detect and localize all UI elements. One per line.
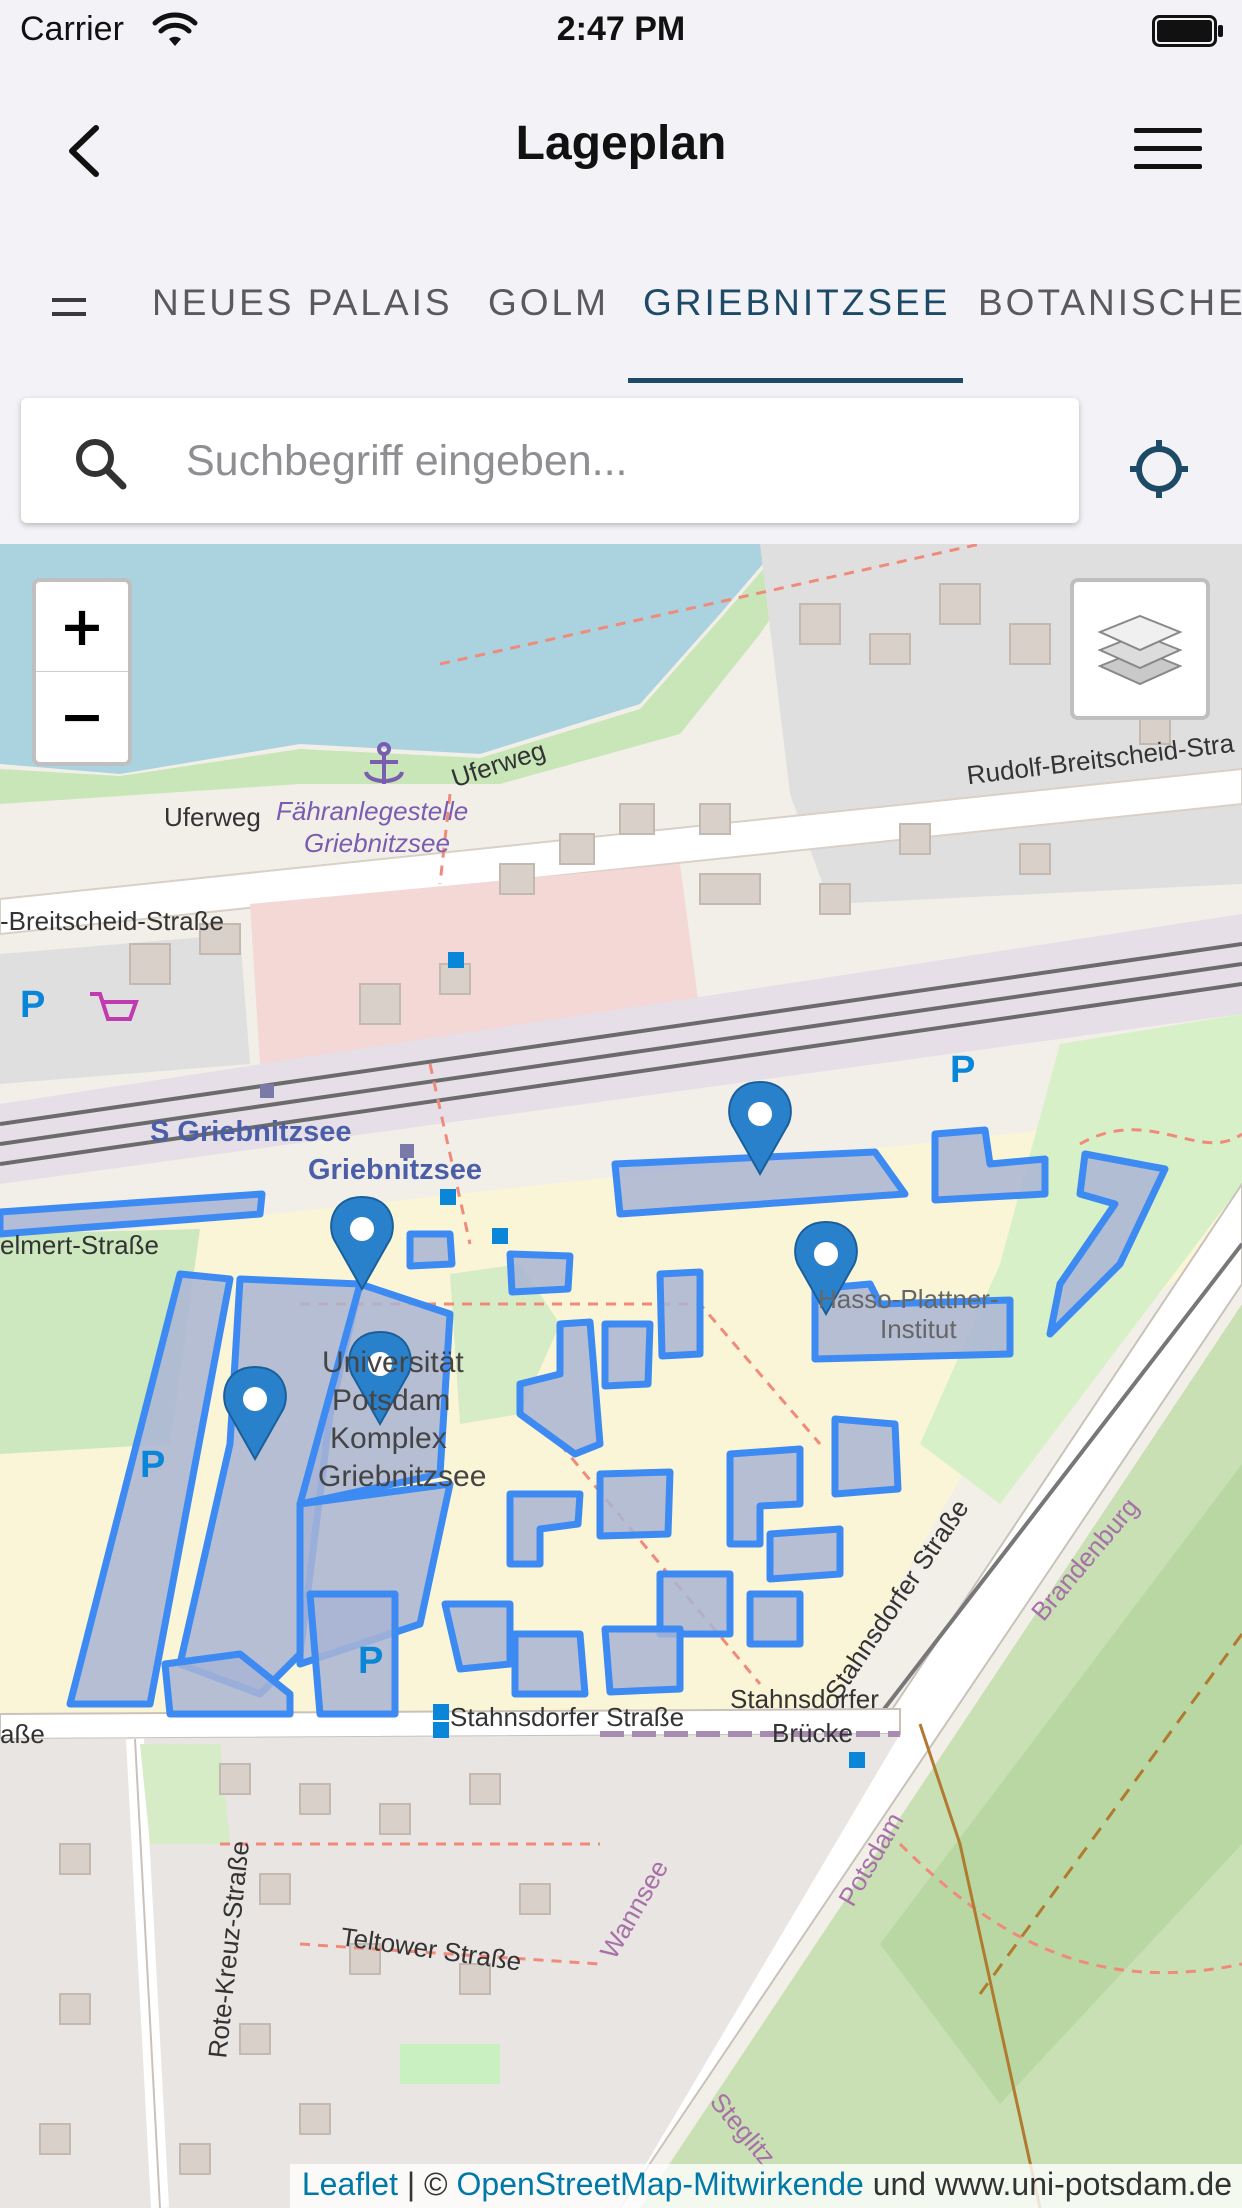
map-label-hasso-2: Institut — [880, 1314, 957, 1344]
page-title: Lageplan — [515, 117, 727, 170]
tab-golm[interactable]: GOLM — [488, 282, 609, 324]
navigation-bar: Lageplan — [0, 62, 1242, 232]
clock-time: 2:47 PM — [556, 10, 686, 48]
map-label-stahnsdorfer-strasse: Stahnsdorfer Straße — [450, 1702, 685, 1732]
search-icon — [76, 439, 127, 490]
tab-botanischer-garten[interactable]: BOTANISCHE — [978, 282, 1242, 324]
active-tab-indicator — [628, 378, 963, 383]
attribution-text: und www.uni-potsdam.de — [863, 2166, 1232, 2202]
zoom-in-button[interactable]: + — [36, 582, 128, 672]
campus-map[interactable]: Uferweg Uferweg Fähranlegestelle Griebni… — [0, 544, 1242, 2208]
parking-icon: P — [950, 1049, 976, 1091]
map-label-breitscheid-strasse: -Breitscheid-Straße — [0, 906, 224, 936]
battery-icon — [1152, 15, 1223, 47]
map-attribution: Leaflet | © OpenStreetMap-Mitwirkende un… — [289, 2164, 1242, 2208]
zoom-control: + − — [32, 578, 132, 766]
hamburger-menu-icon[interactable] — [1130, 122, 1206, 178]
tab-griebnitzsee[interactable]: GRIEBNITZSEE — [643, 282, 950, 324]
map-label-uni-4: Griebnitzsee — [318, 1460, 487, 1493]
map-label-hasso-1: Hasso-Plattner- — [818, 1284, 999, 1314]
parking-icon: P — [140, 1444, 166, 1486]
search-bar[interactable] — [21, 398, 1079, 523]
map-label-uni-1: Universität — [322, 1346, 464, 1379]
campus-tab-bar: NEUES PALAIS GOLM GRIEBNITZSEE BOTANISCH… — [0, 250, 1242, 384]
search-input[interactable] — [186, 426, 1046, 496]
drag-handle-icon[interactable] — [52, 298, 86, 320]
map-label-bruecke-2: Brücke — [772, 1718, 853, 1748]
status-bar: Carrier 2:47 PM — [0, 0, 1242, 62]
map-label-uni-3: Komplex — [330, 1422, 447, 1455]
attribution-separator: | © — [397, 2166, 457, 2202]
map-label-uni-2: Potsdam — [332, 1384, 451, 1417]
tab-neues-palais[interactable]: NEUES PALAIS — [152, 282, 453, 324]
zoom-out-button[interactable]: − — [36, 672, 128, 762]
map-label-uferweg-2: Uferweg — [164, 802, 261, 832]
layers-icon — [1097, 614, 1183, 686]
parking-icon: P — [20, 984, 46, 1026]
map-label-strasse: aße — [0, 1719, 45, 1749]
map-label-faehre-1: Fähranlegestelle — [276, 796, 469, 826]
map-label-station: Griebnitzsee — [308, 1154, 483, 1186]
map-label-faehre-2: Griebnitzsee — [304, 828, 450, 858]
locate-me-icon[interactable] — [1128, 438, 1190, 500]
leaflet-link[interactable]: Leaflet — [302, 2166, 398, 2202]
map-label-s-griebnitzsee: S Griebnitzsee — [150, 1116, 352, 1148]
map-label-bruecke-1: Stahnsdorfer — [730, 1684, 879, 1714]
parking-icon: P — [358, 1640, 384, 1682]
map-label-helmert-strasse: elmert-Straße — [0, 1230, 159, 1260]
layers-button[interactable] — [1070, 578, 1210, 720]
osm-link[interactable]: OpenStreetMap-Mitwirkende — [457, 2166, 864, 2202]
